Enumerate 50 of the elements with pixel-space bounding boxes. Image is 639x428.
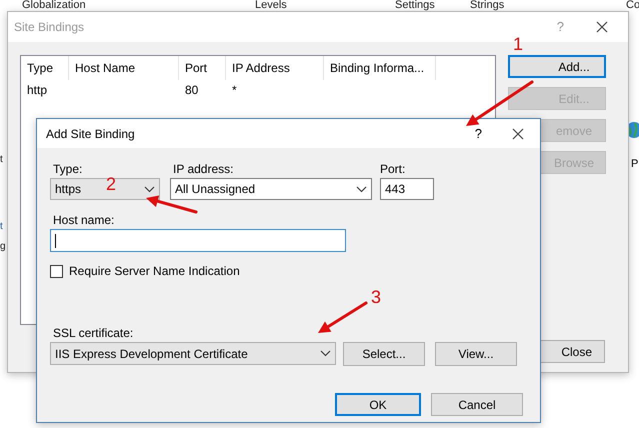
cancel-button[interactable]: Cancel xyxy=(431,393,523,416)
dropdown-value: IIS Express Development Certificate xyxy=(55,346,248,362)
annotation-number: 1 xyxy=(513,35,524,53)
chevron-down-icon xyxy=(320,350,331,357)
dropdown[interactable]: IIS Express Development Certificate xyxy=(50,342,336,365)
text-fragment: t xyxy=(0,221,3,233)
text-fragment: t xyxy=(0,154,3,166)
checkbox-label: Require Server Name Indication xyxy=(69,263,240,280)
column-header[interactable]: Type xyxy=(21,56,69,80)
column-header[interactable]: Host Name xyxy=(69,56,179,80)
help-button[interactable]: ? xyxy=(474,124,482,144)
column-header[interactable]: IP Address xyxy=(226,56,324,80)
window-title: Site Bindings xyxy=(13,19,84,36)
annotation-arrow xyxy=(146,195,198,214)
column-header[interactable]: Binding Informa... xyxy=(324,56,436,80)
dropdown-value: https xyxy=(55,181,82,198)
close-icon[interactable] xyxy=(596,21,608,33)
input-field[interactable] xyxy=(50,229,346,252)
close-icon[interactable] xyxy=(512,128,524,140)
window-title: Add Site Binding xyxy=(45,126,135,142)
column-header: Settings xyxy=(395,0,435,11)
column-header: Strings xyxy=(470,0,504,11)
select-button[interactable]: Select... xyxy=(343,342,425,366)
dialog-button[interactable]: Add... xyxy=(508,55,606,78)
field-label: Type: xyxy=(52,162,84,178)
annotation-number: 3 xyxy=(371,288,382,306)
checkbox[interactable] xyxy=(50,264,63,278)
input-field[interactable]: 443 xyxy=(380,178,434,200)
view-button[interactable]: View... xyxy=(435,342,517,366)
close-button[interactable]: Close xyxy=(539,340,605,363)
annotation-arrow xyxy=(318,302,368,333)
field-label: Host name: xyxy=(52,213,116,229)
text-fragment: P xyxy=(631,157,638,171)
table-cell-text: http xyxy=(26,82,48,99)
dropdown[interactable]: All Unassigned xyxy=(170,178,372,200)
field-label: Port: xyxy=(380,162,406,178)
table-cell-text: 80 xyxy=(184,82,200,99)
field-label: IP address: xyxy=(172,162,234,178)
table-cell-text: * xyxy=(231,82,238,99)
chevron-down-icon xyxy=(356,186,367,192)
text-fragment: g xyxy=(0,241,6,253)
dropdown-value: All Unassigned xyxy=(175,181,256,198)
annotation-arrow xyxy=(466,80,534,126)
chevron-down-icon xyxy=(144,186,155,192)
ok-button[interactable]: OK xyxy=(335,393,421,416)
column-header[interactable]: Port xyxy=(179,56,226,80)
annotation-number: 2 xyxy=(106,175,116,193)
field-label: SSL certificate: xyxy=(52,326,134,342)
column-header: Globalization xyxy=(22,0,86,11)
column-header: Levels xyxy=(255,0,287,11)
